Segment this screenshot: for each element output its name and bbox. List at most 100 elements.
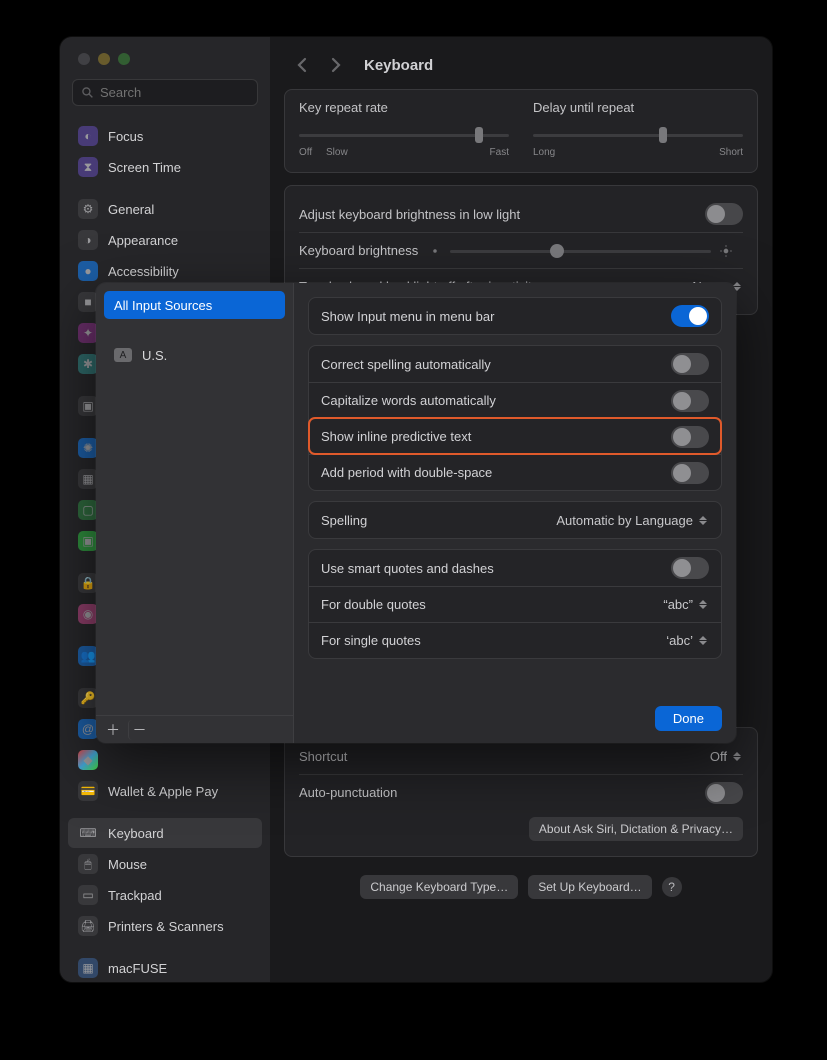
repeat-rate-card: Key repeat rate Off Slow Fast Delay unti… [284, 89, 758, 173]
spelling-row: Spelling Automatic by Language [309, 502, 721, 538]
sidebar-spacer [68, 183, 262, 193]
sidebar-item-focus[interactable]: ◐ Focus [68, 121, 262, 151]
input-sources-sidebar: All Input Sources A U.S. ＋ － [96, 283, 294, 743]
adjust-brightness-row: Adjust keyboard brightness in low light [299, 196, 743, 232]
input-source-us[interactable]: A U.S. [104, 341, 285, 369]
inline-predictive-text-toggle[interactable] [671, 426, 709, 448]
minimize-dot[interactable] [98, 53, 110, 65]
shortcut-select[interactable]: Off [710, 749, 743, 764]
updown-icon [699, 598, 709, 612]
privacy-button[interactable]: About Ask Siri, Dictation & Privacy… [529, 817, 743, 841]
auto-punctuation-label: Auto-punctuation [299, 785, 397, 800]
spelling-panel: Spelling Automatic by Language [308, 501, 722, 539]
search-input[interactable] [100, 85, 249, 100]
macfuse-icon: ▦ [78, 958, 98, 978]
double-quotes-row: For double quotes “abc” [309, 586, 721, 622]
brightness-low-icon [428, 244, 442, 258]
show-input-menu-toggle[interactable] [671, 305, 709, 327]
input-source-label: U.S. [142, 348, 167, 363]
sidebar-item-general[interactable]: ⚙ General [68, 194, 262, 224]
back-button[interactable] [290, 53, 314, 77]
close-dot[interactable] [78, 53, 90, 65]
auto-punctuation-toggle[interactable] [705, 782, 743, 804]
placeholder-icon: ▣ [78, 531, 98, 551]
change-keyboard-type-button[interactable]: Change Keyboard Type… [360, 875, 518, 899]
key-icon: 🔑 [78, 688, 98, 708]
sidebar-item-hidden[interactable]: ◆ [68, 745, 262, 775]
correct-spelling-label: Correct spelling automatically [321, 357, 491, 372]
shortcut-row: Shortcut Off [299, 738, 743, 774]
single-quotes-select[interactable]: ‘abc’ [666, 633, 709, 648]
shortcut-label: Shortcut [299, 749, 347, 764]
sidebar-item-printers[interactable]: 🖨 Printers & Scanners [68, 911, 262, 941]
capitalize-words-row: Capitalize words automatically [309, 382, 721, 418]
adjust-brightness-toggle[interactable] [705, 203, 743, 225]
search-field[interactable] [72, 79, 258, 106]
spelling-select[interactable]: Automatic by Language [556, 513, 709, 528]
set-up-keyboard-button[interactable]: Set Up Keyboard… [528, 875, 651, 899]
appearance-icon: ◑ [78, 230, 98, 250]
smart-quotes-row: Use smart quotes and dashes [309, 550, 721, 586]
input-sources-settings: Show Input menu in menu bar Correct spel… [294, 283, 736, 743]
sidebar-item-label: Mouse [108, 857, 147, 872]
sidebar-item-keyboard[interactable]: ⌨ Keyboard [68, 818, 262, 848]
input-source-label: All Input Sources [114, 298, 212, 313]
smart-quotes-toggle[interactable] [671, 557, 709, 579]
spelling-label: Spelling [321, 513, 367, 528]
sidebar-item-mouse[interactable]: 🖱 Mouse [68, 849, 262, 879]
delay-until-repeat-slider[interactable] [533, 125, 743, 145]
keyboard-brightness-slider[interactable] [428, 241, 733, 261]
sidebar-item-label: Printers & Scanners [108, 919, 224, 934]
chevron-left-icon [296, 57, 308, 73]
placeholder-icon: ✱ [78, 354, 98, 374]
privacy-row: About Ask Siri, Dictation & Privacy… [299, 814, 743, 844]
sidebar-item-wallet[interactable]: 💳 Wallet & Apple Pay [68, 776, 262, 806]
help-button[interactable]: ? [662, 877, 682, 897]
keyboard-brightness-row: Keyboard brightness [299, 232, 743, 268]
double-quotes-select[interactable]: “abc” [663, 597, 709, 612]
forward-button[interactable] [324, 53, 348, 77]
input-source-all[interactable]: All Input Sources [104, 291, 285, 319]
sidebar-item-appearance[interactable]: ◑ Appearance [68, 225, 262, 255]
sidebar-item-accessibility[interactable]: ● Accessibility [68, 256, 262, 286]
remove-input-source-button[interactable]: － [128, 720, 150, 740]
tick-label: Short [719, 147, 743, 158]
tick-label: Fast [490, 147, 509, 158]
input-sources-list: All Input Sources A U.S. [96, 283, 293, 715]
done-button[interactable]: Done [655, 706, 722, 731]
sidebar-spacer [68, 807, 262, 817]
single-quotes-value: ‘abc’ [666, 633, 693, 648]
updown-icon [699, 513, 709, 527]
correct-spelling-toggle[interactable] [671, 353, 709, 375]
accessibility-icon: ● [78, 261, 98, 281]
tick-label: Long [533, 147, 555, 158]
sidebar-item-trackpad[interactable]: ▭ Trackpad [68, 880, 262, 910]
inline-predictive-text-label: Show inline predictive text [321, 429, 471, 444]
placeholder-icon: ✺ [78, 438, 98, 458]
sidebar-item-label: Focus [108, 129, 143, 144]
quotes-panel: Use smart quotes and dashes For double q… [308, 549, 722, 659]
zoom-dot[interactable] [118, 53, 130, 65]
trackpad-icon: ▭ [78, 885, 98, 905]
key-repeat-rate-label: Key repeat rate [299, 100, 509, 115]
sidebar-item-screen-time[interactable]: ⧗ Screen Time [68, 152, 262, 182]
show-input-menu-label: Show Input menu in menu bar [321, 309, 494, 324]
single-quotes-row: For single quotes ‘abc’ [309, 622, 721, 658]
auto-punctuation-row: Auto-punctuation [299, 774, 743, 810]
capitalize-words-toggle[interactable] [671, 390, 709, 412]
lock-icon: 🔒 [78, 573, 98, 593]
add-input-source-button[interactable]: ＋ [102, 720, 124, 740]
double-quotes-label: For double quotes [321, 597, 426, 612]
page-title: Keyboard [364, 57, 433, 74]
sheet-footer: Done [308, 706, 722, 731]
sidebar-item-macfuse[interactable]: ▦ macFUSE [68, 953, 262, 982]
add-period-label: Add period with double-space [321, 465, 492, 480]
input-sources-sheet: All Input Sources A U.S. ＋ － Show Input … [96, 283, 736, 743]
sidebar-item-label: Keyboard [108, 826, 164, 841]
show-input-menu-panel: Show Input menu in menu bar [308, 297, 722, 335]
printer-icon: 🖨 [78, 916, 98, 936]
add-period-toggle[interactable] [671, 462, 709, 484]
smart-quotes-label: Use smart quotes and dashes [321, 561, 494, 576]
key-repeat-rate-slider[interactable] [299, 125, 509, 145]
sidebar-item-label: Trackpad [108, 888, 162, 903]
